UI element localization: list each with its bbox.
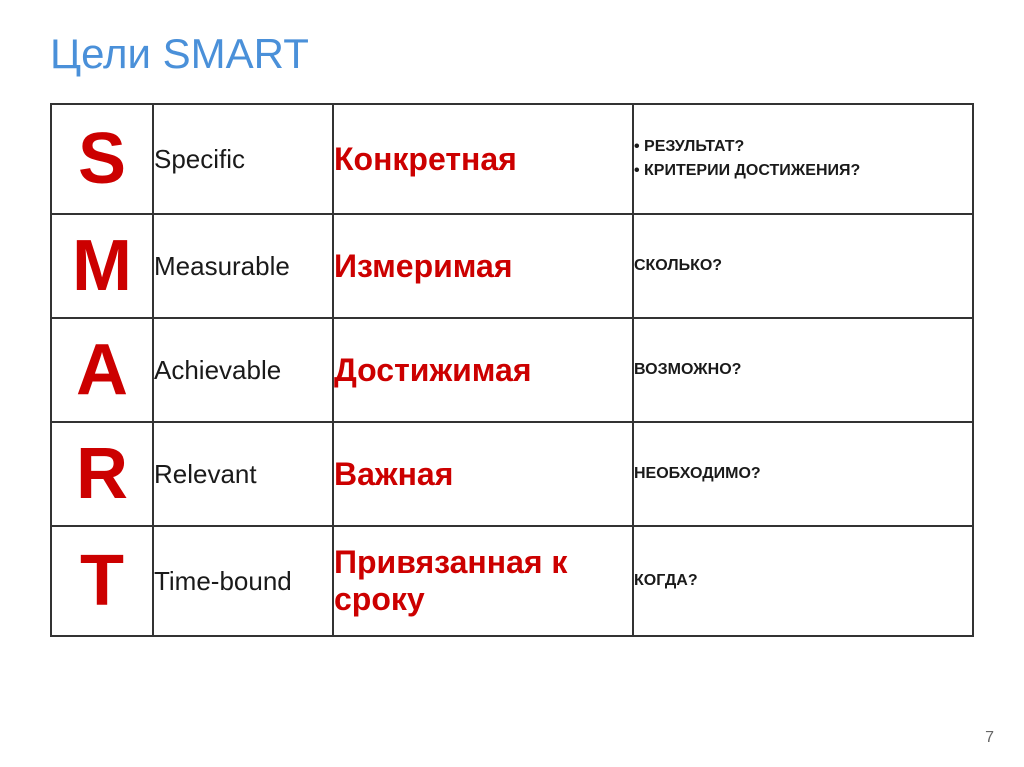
table-row: R Relevant Важная НЕОБХОДИМО? xyxy=(51,422,973,526)
russian-cell-s: Конкретная xyxy=(333,104,633,214)
page-number: 7 xyxy=(985,729,994,747)
table-row: M Measurable Измеримая СКОЛЬКО? xyxy=(51,214,973,318)
question-label-a: ВОЗМОЖНО? xyxy=(634,361,741,378)
russian-cell-r: Важная xyxy=(333,422,633,526)
question-label-r: НЕОБХОДИМО? xyxy=(634,465,761,482)
letter-s: S xyxy=(52,108,152,210)
russian-label-s: Конкретная xyxy=(334,141,517,177)
english-cell-a: Achievable xyxy=(153,318,333,422)
letter-cell-s: S xyxy=(51,104,153,214)
question-label-t: КОГДА? xyxy=(634,572,698,589)
english-label-a: Achievable xyxy=(154,355,281,385)
russian-label-t: Привязанная к сроку xyxy=(334,544,567,617)
letter-cell-m: M xyxy=(51,214,153,318)
english-label-m: Measurable xyxy=(154,251,290,281)
page-title: Цели SMART xyxy=(50,30,974,78)
english-cell-t: Time-bound xyxy=(153,526,333,636)
question-cell-s: • РЕЗУЛЬТАТ?• КРИТЕРИИ ДОСТИЖЕНИЯ? xyxy=(633,104,973,214)
letter-t: T xyxy=(52,530,152,632)
letter-cell-a: A xyxy=(51,318,153,422)
letter-a: A xyxy=(52,319,152,421)
question-cell-a: ВОЗМОЖНО? xyxy=(633,318,973,422)
table-row: A Achievable Достижимая ВОЗМОЖНО? xyxy=(51,318,973,422)
page: Цели SMART S Specific Конкретная • РЕЗУЛ… xyxy=(0,0,1024,767)
question-cell-t: КОГДА? xyxy=(633,526,973,636)
question-cell-r: НЕОБХОДИМО? xyxy=(633,422,973,526)
question-cell-m: СКОЛЬКО? xyxy=(633,214,973,318)
russian-label-r: Важная xyxy=(334,456,453,492)
russian-cell-m: Измеримая xyxy=(333,214,633,318)
letter-r: R xyxy=(52,423,152,525)
english-cell-m: Measurable xyxy=(153,214,333,318)
letter-cell-t: T xyxy=(51,526,153,636)
english-label-r: Relevant xyxy=(154,459,257,489)
question-label-m: СКОЛЬКО? xyxy=(634,257,722,274)
russian-cell-t: Привязанная к сроку xyxy=(333,526,633,636)
english-cell-s: Specific xyxy=(153,104,333,214)
letter-cell-r: R xyxy=(51,422,153,526)
table-row: T Time-bound Привязанная к сроку КОГДА? xyxy=(51,526,973,636)
russian-label-a: Достижимая xyxy=(334,352,532,388)
english-cell-r: Relevant xyxy=(153,422,333,526)
english-label-s: Specific xyxy=(154,144,245,174)
letter-m: M xyxy=(52,215,152,317)
table-row: S Specific Конкретная • РЕЗУЛЬТАТ?• КРИТ… xyxy=(51,104,973,214)
english-label-t: Time-bound xyxy=(154,566,292,596)
russian-cell-a: Достижимая xyxy=(333,318,633,422)
smart-table: S Specific Конкретная • РЕЗУЛЬТАТ?• КРИТ… xyxy=(50,103,974,637)
russian-label-m: Измеримая xyxy=(334,248,513,284)
